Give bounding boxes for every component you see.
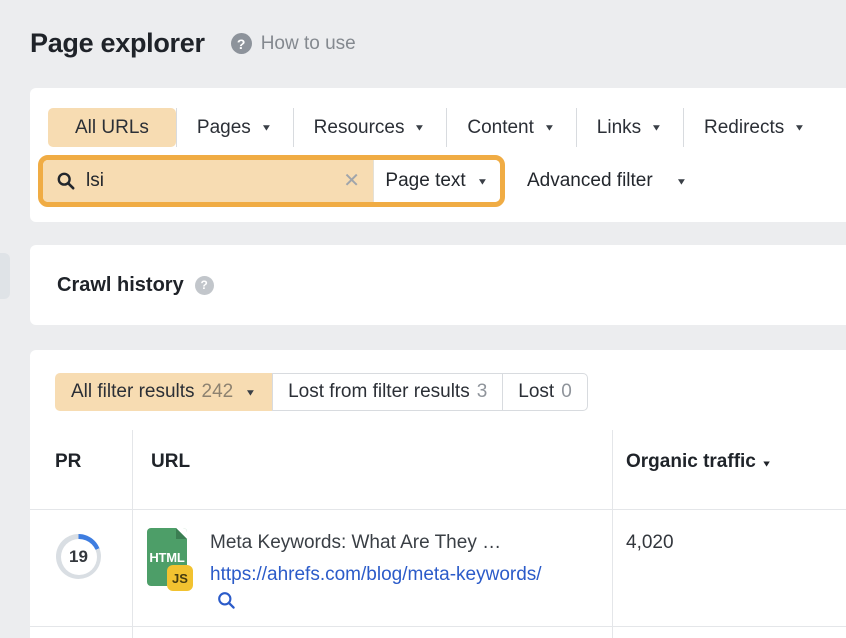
filter-results-tabs: All filter results 242 Lost from filter …: [55, 373, 588, 411]
tab-content[interactable]: Content: [446, 108, 575, 147]
next-row-partial: [132, 627, 612, 638]
search-highlight-callout: lsi ✕ Page text: [38, 155, 505, 207]
tab-all-filter-results[interactable]: All filter results 242: [55, 373, 273, 411]
help-question-icon: ?: [231, 33, 252, 54]
page-header: Page explorer ? How to use: [30, 28, 356, 59]
sort-desc-icon: [761, 458, 772, 470]
results-card: All filter results 242 Lost from filter …: [30, 350, 846, 638]
next-row-partial: [30, 627, 132, 638]
clear-search-icon[interactable]: ✕: [343, 171, 360, 191]
tab-all-urls-label: All URLs: [75, 117, 149, 139]
chevron-down-icon: [413, 121, 426, 134]
chevron-down-icon: [543, 121, 556, 134]
search-scope-label: Page text: [385, 170, 465, 192]
tab-resources-label: Resources: [314, 117, 405, 139]
filters-card: All URLs Pages Resources Content Links R…: [30, 88, 846, 222]
chevron-down-icon: [244, 386, 257, 399]
lost-label: Lost: [518, 381, 554, 403]
url-type-tabs: All URLs Pages Resources Content Links R…: [48, 108, 826, 147]
crawl-history-help-icon[interactable]: ?: [195, 276, 214, 295]
column-header-organic-traffic[interactable]: Organic traffic: [612, 430, 846, 510]
tab-all-urls[interactable]: All URLs: [48, 108, 176, 147]
search-query-text: lsi: [86, 170, 333, 192]
table-row-url-cell: HTML JS Meta Keywords: What Are They … h…: [132, 510, 612, 627]
tab-links[interactable]: Links: [576, 108, 683, 147]
next-row-partial: [612, 627, 846, 638]
html-file-icon: HTML JS: [147, 528, 193, 592]
search-icon: [56, 171, 76, 191]
column-header-pr: PR: [30, 430, 132, 510]
lost-from-filter-results-count: 3: [477, 381, 488, 403]
advanced-filter-dropdown[interactable]: Advanced filter: [527, 155, 688, 207]
tab-links-label: Links: [597, 117, 641, 139]
how-to-use-label: How to use: [261, 33, 356, 55]
results-table: PR URL Organic traffic 19 HTML JS Meta K…: [30, 430, 846, 638]
all-filter-results-label: All filter results: [71, 381, 195, 403]
tab-redirects-label: Redirects: [704, 117, 784, 139]
chevron-down-icon: [793, 121, 806, 134]
table-row-pr-cell: 19: [30, 510, 132, 627]
tab-redirects[interactable]: Redirects: [683, 108, 826, 147]
search-input[interactable]: lsi ✕: [43, 160, 373, 202]
crawl-history-title: Crawl history: [57, 274, 184, 297]
inspect-url-icon[interactable]: [217, 591, 236, 610]
tab-content-label: Content: [467, 117, 534, 139]
search-scope-dropdown[interactable]: Page text: [373, 160, 500, 202]
tab-pages-label: Pages: [197, 117, 251, 139]
page-fold-corner: [176, 528, 187, 539]
page-title-text: Meta Keywords: What Are They …: [210, 532, 544, 554]
tab-lost-from-filter-results[interactable]: Lost from filter results 3: [272, 373, 503, 411]
page-rating-ring: 19: [56, 534, 101, 579]
organic-traffic-label: Organic traffic: [626, 451, 756, 472]
how-to-use-link[interactable]: ? How to use: [231, 33, 356, 55]
table-row-traffic-cell: 4,020: [612, 510, 846, 627]
page-url-link[interactable]: https://ahrefs.com/blog/meta-keywords/: [210, 564, 542, 585]
file-type-label: HTML: [149, 550, 184, 565]
page-title: Page explorer: [30, 28, 205, 59]
chevron-down-icon: [650, 121, 663, 134]
tab-lost[interactable]: Lost 0: [502, 373, 588, 411]
all-filter-results-count: 242: [202, 381, 234, 403]
lost-count: 0: [561, 381, 572, 403]
tab-pages[interactable]: Pages: [176, 108, 293, 147]
left-edge-panel-handle: [0, 253, 10, 299]
crawl-history-card: Crawl history ?: [30, 245, 846, 325]
lost-from-filter-results-label: Lost from filter results: [288, 381, 470, 403]
page-rating-value: 19: [61, 539, 97, 575]
chevron-down-icon: [675, 175, 688, 188]
advanced-filter-label: Advanced filter: [527, 170, 653, 192]
page-url-line: https://ahrefs.com/blog/meta-keywords/: [210, 561, 544, 616]
js-badge-icon: JS: [167, 565, 193, 591]
column-header-url: URL: [132, 430, 612, 510]
tab-resources[interactable]: Resources: [293, 108, 447, 147]
chevron-down-icon: [476, 175, 489, 188]
chevron-down-icon: [260, 121, 273, 134]
